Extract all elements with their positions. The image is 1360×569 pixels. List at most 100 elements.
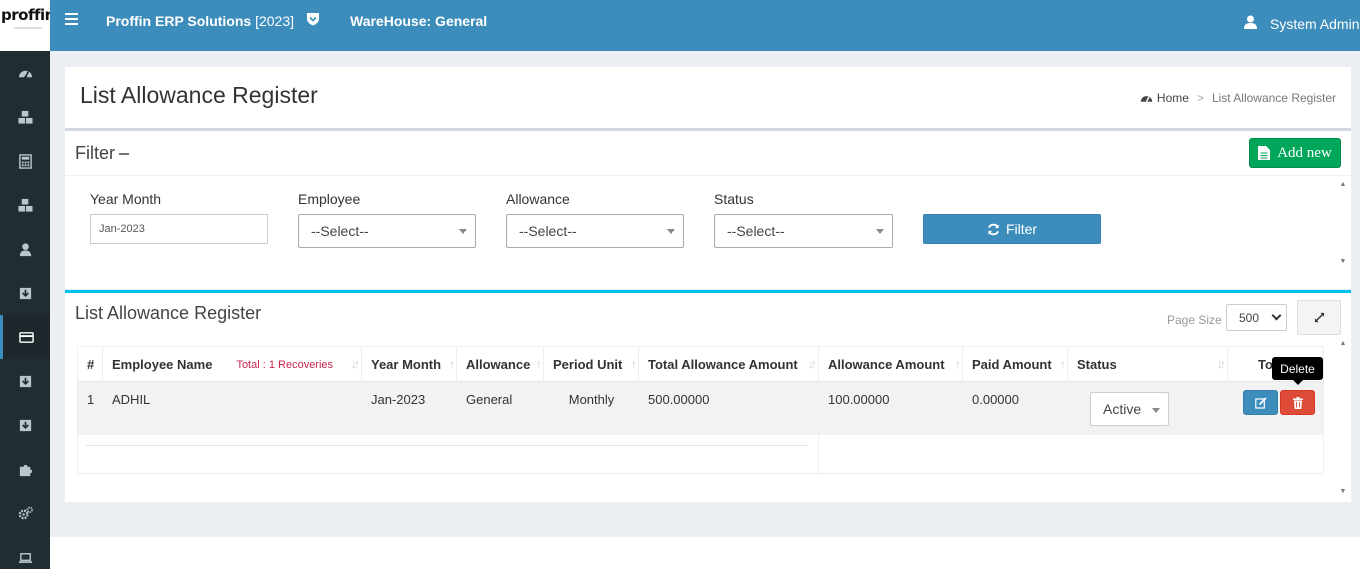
app-brand[interactable]: Proffin ERP Solutions [2023] bbox=[106, 13, 294, 29]
col-period-unit[interactable]: Period Unit ↑ bbox=[544, 347, 639, 382]
sort-icon[interactable]: ↓↑ bbox=[351, 357, 360, 371]
col-paid-amount[interactable]: Paid Amount ↑ bbox=[963, 347, 1068, 382]
sidebar-item-settings[interactable] bbox=[0, 491, 50, 535]
col-number: # bbox=[78, 347, 103, 382]
employee-select-value: --Select-- bbox=[311, 223, 369, 239]
col-paid-amount-label: Paid Amount bbox=[972, 357, 1052, 372]
menu-toggle-icon[interactable] bbox=[65, 13, 78, 25]
cell-allowance: General bbox=[466, 392, 513, 407]
file-text-icon bbox=[1258, 146, 1271, 160]
top-navbar: proffin Proffin ERP Solutions [2023] War… bbox=[0, 0, 1360, 51]
sort-icon[interactable]: ↓↑ bbox=[808, 357, 817, 371]
table-footer-column-divider bbox=[818, 435, 819, 473]
col-allowance[interactable]: Allowance ↑ bbox=[457, 347, 544, 382]
filter-button[interactable]: Filter bbox=[923, 214, 1101, 244]
allowance-label: Allowance bbox=[506, 191, 570, 207]
page-header: List Allowance Register Home > List Allo… bbox=[65, 67, 1351, 128]
col-year-month[interactable]: Year Month ↑ bbox=[362, 347, 457, 382]
expand-button[interactable] bbox=[1297, 300, 1341, 335]
total-recoveries-note: Total : 1 Recoveries bbox=[236, 358, 334, 371]
user-icon bbox=[1244, 15, 1257, 29]
sidebar-item-inventory[interactable] bbox=[0, 95, 50, 139]
allowance-select[interactable]: --Select-- bbox=[506, 214, 684, 248]
employee-select[interactable]: --Select-- bbox=[298, 214, 476, 248]
sidebar-item-payroll[interactable] bbox=[0, 315, 50, 359]
row-status-select[interactable]: Active bbox=[1090, 392, 1169, 426]
filter-panel: Filter Add new Year Month Jan-2023 Emplo… bbox=[65, 128, 1351, 289]
sort-icon[interactable]: ↑ bbox=[1060, 357, 1066, 371]
sidebar-item-accounts[interactable] bbox=[0, 139, 50, 183]
sort-icon[interactable]: ↑ bbox=[449, 357, 455, 371]
col-employee-name[interactable]: Employee Name Total : 1 Recoveries ↓↑ bbox=[103, 347, 362, 382]
col-employee-label: Employee Name bbox=[112, 357, 213, 372]
sidebar-item-dashboard[interactable] bbox=[0, 51, 50, 95]
employee-label: Employee bbox=[298, 191, 361, 207]
shield-icon[interactable] bbox=[306, 12, 320, 26]
add-new-label: Add new bbox=[1277, 144, 1332, 161]
list-panel: List Allowance Register Page Size 500 # … bbox=[65, 290, 1351, 502]
allowance-table: # Employee Name Total : 1 Recoveries ↓↑ Ye… bbox=[77, 346, 1324, 474]
status-label: Status bbox=[714, 191, 754, 207]
expand-icon bbox=[1314, 312, 1324, 323]
sort-icon[interactable]: ↑ bbox=[536, 357, 542, 371]
app-year: [2023] bbox=[255, 13, 295, 29]
breadcrumb-home[interactable]: Home bbox=[1140, 91, 1189, 105]
cell-paid-amount: 0.00000 bbox=[972, 392, 1019, 407]
sidebar-item-reports[interactable] bbox=[0, 359, 50, 403]
scroll-up-icon[interactable]: ▲ bbox=[1339, 340, 1347, 347]
delete-tooltip: Delete bbox=[1272, 357, 1323, 385]
sidebar-item-products[interactable] bbox=[0, 183, 50, 227]
refresh-icon bbox=[987, 223, 999, 235]
sidebar-item-import[interactable] bbox=[0, 271, 50, 315]
download-icon bbox=[19, 287, 31, 299]
credit-card-icon bbox=[19, 331, 34, 343]
scroll-down-icon[interactable]: ▼ bbox=[1339, 258, 1347, 265]
puzzle-icon bbox=[19, 464, 32, 476]
cell-year-month: Jan-2023 bbox=[371, 392, 426, 407]
chevron-down-icon bbox=[1271, 310, 1282, 321]
dashboard-icon bbox=[1140, 95, 1153, 102]
cubes-icon bbox=[17, 198, 33, 212]
sort-icon[interactable]: ↑ bbox=[631, 357, 637, 371]
collapse-icon[interactable] bbox=[119, 153, 129, 156]
table-row[interactable]: 1 ADHIL Jan-2023 General Monthly 500.000… bbox=[78, 382, 1323, 435]
col-year-month-label: Year Month bbox=[371, 357, 442, 372]
user-menu[interactable]: System Admin bbox=[1270, 16, 1359, 32]
table-footer-divider bbox=[86, 445, 808, 446]
status-select[interactable]: --Select-- bbox=[714, 214, 893, 248]
list-title: List Allowance Register bbox=[75, 303, 262, 323]
col-allowance-amount[interactable]: Allowance Amount ↑ bbox=[819, 347, 963, 382]
col-status[interactable]: Status ↓↑ bbox=[1068, 347, 1228, 382]
allowance-select-value: --Select-- bbox=[519, 223, 577, 239]
dashboard-icon bbox=[18, 70, 32, 79]
filter-button-label: Filter bbox=[1005, 221, 1038, 237]
caret-down-icon bbox=[459, 229, 467, 234]
cubes-icon bbox=[17, 110, 33, 124]
trash-icon bbox=[1292, 396, 1303, 409]
caret-down-icon bbox=[1152, 408, 1160, 413]
logo[interactable]: proffin bbox=[0, 0, 50, 51]
sidebar-item-users[interactable] bbox=[0, 227, 50, 271]
download-icon bbox=[19, 419, 31, 431]
cell-number: 1 bbox=[87, 392, 95, 407]
col-status-label: Status bbox=[1077, 357, 1117, 372]
add-new-button[interactable]: Add new bbox=[1249, 138, 1341, 168]
edit-button[interactable] bbox=[1243, 390, 1278, 415]
sidebar-item-export[interactable] bbox=[0, 403, 50, 447]
sidebar-item-system[interactable] bbox=[0, 535, 50, 569]
col-allowance-amount-label: Allowance Amount bbox=[828, 357, 945, 372]
delete-button[interactable] bbox=[1280, 390, 1315, 415]
filter-header: Filter Add new bbox=[65, 131, 1351, 176]
breadcrumb-separator: > bbox=[1196, 91, 1204, 105]
col-period-unit-label: Period Unit bbox=[553, 357, 623, 372]
sort-icon[interactable]: ↑ bbox=[955, 357, 961, 371]
year-month-input[interactable]: Jan-2023 bbox=[90, 214, 268, 244]
sidebar-item-plugins[interactable] bbox=[0, 447, 50, 491]
warehouse-label[interactable]: WareHouse: General bbox=[350, 13, 487, 29]
scroll-down-icon[interactable]: ▼ bbox=[1339, 488, 1347, 495]
page-size-select[interactable]: 500 bbox=[1226, 304, 1287, 331]
scroll-up-icon[interactable]: ▲ bbox=[1339, 181, 1347, 188]
sort-icon[interactable]: ↓↑ bbox=[1217, 357, 1226, 371]
col-total-allowance-amount[interactable]: Total Allowance Amount ↓↑ bbox=[639, 347, 819, 382]
cell-allowance-amount: 100.00000 bbox=[828, 392, 890, 407]
